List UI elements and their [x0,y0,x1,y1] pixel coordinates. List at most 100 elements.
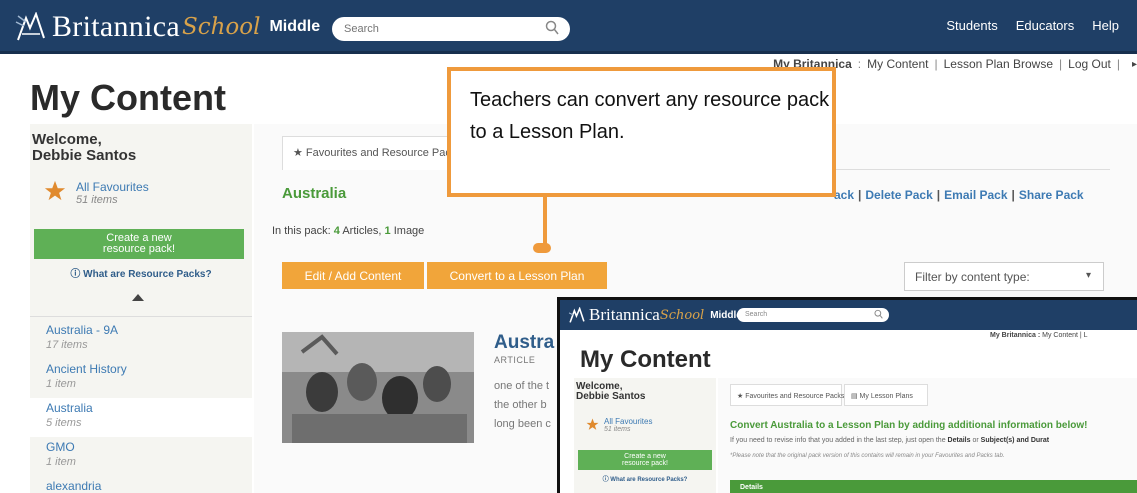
inset-sidebar: Welcome, Debbie Santos All Favourites 51… [574,378,716,493]
inset-tab-favourites: ★ Favourites and Resource Packs [730,384,844,406]
excerpt-line: the other b [494,399,547,411]
nav-educators[interactable]: Educators [1016,18,1075,33]
annotation-callout: Teachers can convert any resource pack t… [447,67,836,197]
edit-add-content-button[interactable]: Edit / Add Content [282,262,424,289]
thistle-logo-icon [568,306,585,323]
resource-pack-list: Australia - 9A 17 items Ancient History … [30,320,252,493]
brand-school: School [181,14,261,40]
inset-create-button: Create a new resource pack! [578,450,712,470]
pack-contents-summary: In this pack: 4 Articles, 1 Image [272,225,424,237]
lesson-plan-browse-link[interactable]: Lesson Plan Browse [944,57,1053,71]
welcome-message: Welcome, Debbie Santos [30,124,252,164]
rename-pack-link[interactable]: ack [834,188,854,202]
article-title-link[interactable]: Austra [494,332,554,354]
convert-to-lesson-plan-button[interactable]: Convert to a Lesson Plan [427,262,607,289]
inset-what-link: ⓘ What are Resource Packs? [602,477,688,483]
inset-user-name: Debbie Santos [576,391,646,402]
create-button-line2: resource pack! [102,243,176,255]
inset-instructions: If you need to revise info that you adde… [730,437,1049,444]
inset-search-placeholder: Search [745,311,768,318]
inset-brand-name: Britannica [589,305,660,324]
brand-name: Britannica [52,10,180,43]
favourites-label: All Favourites [76,180,149,194]
pack-name: GMO [46,440,75,454]
search-icon [874,309,883,319]
inset-convert-heading: Convert Australia to a Lesson Plan by ad… [730,420,1088,431]
search-box [332,17,570,41]
share-pack-link[interactable]: Share Pack [1019,188,1084,202]
pack-item-australia[interactable]: Australia 5 items [30,398,252,437]
inset-tab-lesson-plans: ▤ My Lesson Plans [844,384,928,406]
inset-britannica-logo: Britannica School Middle [568,305,742,325]
page-title: My Content [30,77,226,118]
articles-word: Articles, [342,225,382,237]
inset-create-line1: Create a new [624,453,666,460]
pack-count: 1 item [46,378,76,390]
subnav-divider: | [1059,57,1063,71]
scroll-up-arrow-icon[interactable] [131,292,145,302]
images-word: Image [393,225,425,237]
pack-count: 17 items [46,339,88,351]
star-icon [586,418,599,430]
callout-pointer-line [543,196,547,248]
inset-main-content: ★ Favourites and Resource Packs ▤ My Les… [718,378,1137,493]
pack-name: Australia - 9A [46,323,119,337]
subnav-divider: | [1116,57,1120,71]
inset-brand-school: School [659,307,705,323]
inset-create-line2: resource pack! [622,460,668,467]
create-resource-pack-button[interactable]: Create a new resource pack! [34,229,244,259]
pack-title: Australia [282,185,347,202]
action-divider: | [1011,188,1015,202]
welcome-greeting: Welcome, [32,131,102,148]
search-input[interactable] [332,17,532,41]
article-type-label: ARTICLE [494,355,536,365]
thistle-logo-icon [15,12,45,41]
all-favourites-item[interactable]: All Favourites 51 items [44,180,149,207]
search-icon[interactable] [545,20,559,36]
subnav-separator: : [857,57,862,71]
inset-details-word: Details [947,437,971,444]
my-content-link[interactable]: My Content [867,57,928,71]
in-pack-prefix: In this pack: [272,225,331,237]
top-nav-links: Students Educators Help [946,18,1137,33]
inset-welcome: Welcome, Debbie Santos [574,378,716,402]
inset-details-bar: Details [730,480,1137,493]
email-pack-link[interactable]: Email Pack [944,188,1007,202]
inset-screenshot: Britannica School Middle Search My Brita… [557,297,1137,493]
pack-item-gmo[interactable]: GMO 1 item [30,437,252,476]
inset-my-britannica: My Britannica : [990,332,1041,339]
log-out-link[interactable]: Log Out [1068,57,1111,71]
nav-help[interactable]: Help [1092,18,1119,33]
sidebar-divider [30,316,252,317]
pack-item-australia-9a[interactable]: Australia - 9A 17 items [30,320,252,359]
tab-favourites-and-resource-packs[interactable]: ★ Favourites and Resource Packs [282,136,458,170]
subnav-divider: | [934,57,938,71]
britannica-school-logo[interactable]: Britannica School Middle [14,10,320,44]
article-thumbnail[interactable] [282,332,474,443]
inset-top-nav-bar: Britannica School Middle Search [560,300,1137,330]
inset-favourites-label: All Favourites [604,417,653,426]
inset-instruction-text: If you need to revise info that you adde… [730,437,946,444]
inset-subjects-word: Subject(s) and Durat [980,437,1050,444]
what-are-resource-packs-link[interactable]: ⓘ What are Resource Packs? [30,265,252,280]
pack-item-alexandria[interactable]: alexandria [30,476,252,493]
more-arrow-icon[interactable]: ▸ [1132,59,1137,70]
delete-pack-link[interactable]: Delete Pack [865,188,932,202]
article-excerpt: one of the t the other b long been c [494,377,564,437]
pack-count: 1 item [46,456,76,468]
pack-name: alexandria [46,479,102,493]
pack-item-ancient-history[interactable]: Ancient History 1 item [30,359,252,398]
inset-favourites-count: 51 items [604,426,631,433]
nav-students[interactable]: Students [946,18,997,33]
content-type-filter[interactable]: Filter by content type: ▾ [904,262,1104,291]
pack-name: Ancient History [46,362,127,376]
excerpt-line: long been c [494,418,551,430]
pack-count: 5 items [46,417,82,429]
sidebar: Welcome, Debbie Santos All Favourites 51… [30,124,252,493]
inset-all-favourites: All Favourites 51 items [586,418,652,433]
inset-page-title: My Content [580,346,711,373]
excerpt-line: one of the t [494,380,550,392]
top-nav-bar: Britannica School Middle Students Educat… [0,0,1137,54]
pack-actions: ack | Delete Pack | Email Pack | Share Pack [834,188,1084,202]
inset-note: *Please note that the original pack vers… [730,453,1005,459]
